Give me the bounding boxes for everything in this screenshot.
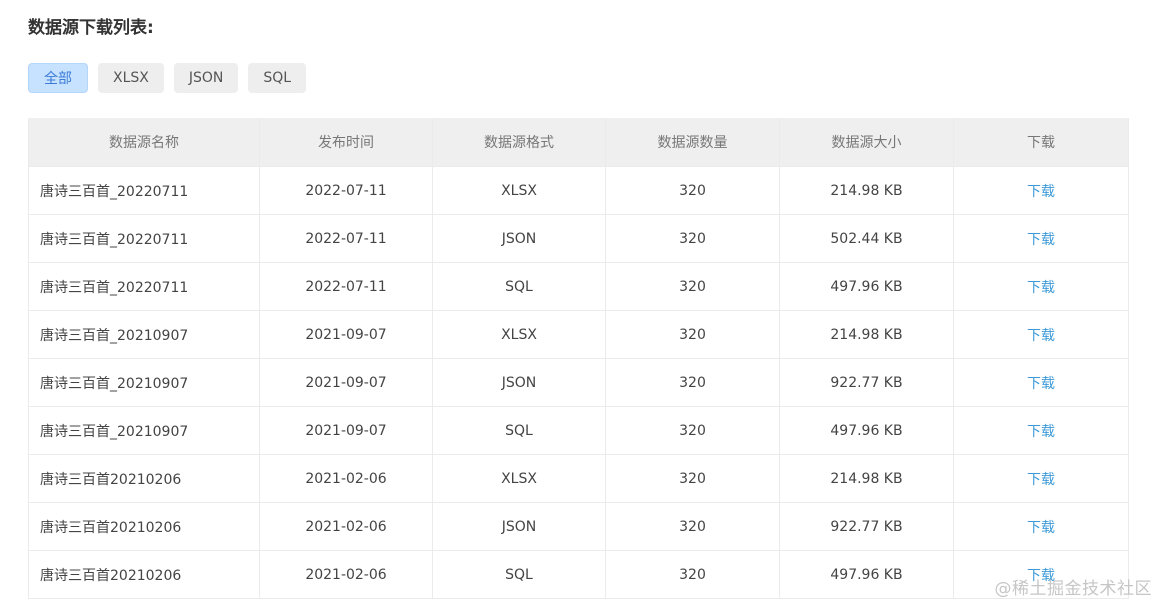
table-row: 唐诗三百首20210206 2021-02-06 XLSX 320 214.98…	[28, 454, 1129, 503]
download-link[interactable]: 下载	[1027, 232, 1055, 248]
page: 数据源下载列表: 全部 XLSX JSON SQL 数据源名称 发布时间 数据源…	[0, 0, 1158, 605]
cell-count: 320	[605, 406, 780, 455]
header-count: 数据源数量	[605, 118, 780, 167]
cell-date: 2022-07-11	[259, 214, 433, 263]
cell-format: SQL	[432, 550, 606, 599]
cell-date: 2021-09-07	[259, 358, 433, 407]
cell-format: XLSX	[432, 454, 606, 503]
cell-date: 2021-09-07	[259, 310, 433, 359]
table-row: 唐诗三百首_20210907 2021-09-07 XLSX 320 214.9…	[28, 310, 1129, 359]
cell-count: 320	[605, 214, 780, 263]
cell-date: 2022-07-11	[259, 166, 433, 215]
cell-count: 320	[605, 454, 780, 503]
table-row: 唐诗三百首_20220711 2022-07-11 JSON 320 502.4…	[28, 214, 1129, 263]
cell-size: 214.98 KB	[779, 454, 954, 503]
cell-size: 497.96 KB	[779, 406, 954, 455]
cell-download: 下载	[953, 454, 1129, 503]
cell-format: XLSX	[432, 310, 606, 359]
cell-name: 唐诗三百首_20220711	[28, 166, 260, 215]
download-link[interactable]: 下载	[1027, 376, 1055, 392]
download-link[interactable]: 下载	[1027, 520, 1055, 536]
cell-download: 下载	[953, 406, 1129, 455]
cell-format: JSON	[432, 502, 606, 551]
cell-size: 497.96 KB	[779, 550, 954, 599]
header-date: 发布时间	[259, 118, 433, 167]
table-header-row: 数据源名称 发布时间 数据源格式 数据源数量 数据源大小 下载	[28, 118, 1129, 167]
filter-sql-button[interactable]: SQL	[248, 63, 307, 93]
download-link[interactable]: 下载	[1027, 280, 1055, 296]
cell-download: 下载	[953, 358, 1129, 407]
watermark-text: @稀土掘金技术社区	[994, 579, 1152, 599]
cell-size: 502.44 KB	[779, 214, 954, 263]
cell-size: 922.77 KB	[779, 358, 954, 407]
page-title: 数据源下载列表:	[28, 18, 154, 38]
header-download: 下载	[953, 118, 1129, 167]
cell-format: JSON	[432, 214, 606, 263]
cell-name: 唐诗三百首20210206	[28, 454, 260, 503]
table-row: 唐诗三百首_20220711 2022-07-11 XLSX 320 214.9…	[28, 166, 1129, 215]
cell-name: 唐诗三百首_20220711	[28, 262, 260, 311]
cell-size: 214.98 KB	[779, 166, 954, 215]
cell-name: 唐诗三百首_20210907	[28, 358, 260, 407]
download-link[interactable]: 下载	[1027, 424, 1055, 440]
cell-name: 唐诗三百首_20210907	[28, 406, 260, 455]
cell-download: 下载	[953, 502, 1129, 551]
cell-download: 下载	[953, 262, 1129, 311]
cell-date: 2022-07-11	[259, 262, 433, 311]
cell-count: 320	[605, 358, 780, 407]
filter-all-button[interactable]: 全部	[28, 63, 88, 93]
cell-date: 2021-02-06	[259, 550, 433, 599]
cell-count: 320	[605, 550, 780, 599]
cell-size: 922.77 KB	[779, 502, 954, 551]
cell-format: XLSX	[432, 166, 606, 215]
cell-name: 唐诗三百首_20220711	[28, 214, 260, 263]
cell-date: 2021-02-06	[259, 502, 433, 551]
cell-count: 320	[605, 310, 780, 359]
filter-xlsx-button[interactable]: XLSX	[98, 63, 164, 93]
filter-json-button[interactable]: JSON	[173, 63, 239, 93]
table-row: 唐诗三百首_20210907 2021-09-07 SQL 320 497.96…	[28, 406, 1129, 455]
cell-count: 320	[605, 502, 780, 551]
header-format: 数据源格式	[432, 118, 606, 167]
cell-name: 唐诗三百首_20210907	[28, 310, 260, 359]
cell-format: SQL	[432, 406, 606, 455]
download-link[interactable]: 下载	[1027, 472, 1055, 488]
cell-date: 2021-09-07	[259, 406, 433, 455]
cell-download: 下载	[953, 166, 1129, 215]
cell-count: 320	[605, 262, 780, 311]
cell-date: 2021-02-06	[259, 454, 433, 503]
cell-download: 下载	[953, 310, 1129, 359]
cell-format: JSON	[432, 358, 606, 407]
cell-name: 唐诗三百首20210206	[28, 550, 260, 599]
table-row: 唐诗三百首20210206 2021-02-06 SQL 320 497.96 …	[28, 550, 1129, 599]
table-row: 唐诗三百首_20220711 2022-07-11 SQL 320 497.96…	[28, 262, 1129, 311]
header-size: 数据源大小	[779, 118, 954, 167]
table-row: 唐诗三百首_20210907 2021-09-07 JSON 320 922.7…	[28, 358, 1129, 407]
cell-format: SQL	[432, 262, 606, 311]
cell-size: 214.98 KB	[779, 310, 954, 359]
format-filter-group: 全部 XLSX JSON SQL	[28, 63, 307, 93]
datasource-table: 数据源名称 发布时间 数据源格式 数据源数量 数据源大小 下载 唐诗三百首_20…	[28, 118, 1129, 599]
header-name: 数据源名称	[28, 118, 260, 167]
cell-name: 唐诗三百首20210206	[28, 502, 260, 551]
cell-count: 320	[605, 166, 780, 215]
download-link[interactable]: 下载	[1027, 328, 1055, 344]
cell-download: 下载	[953, 214, 1129, 263]
table-row: 唐诗三百首20210206 2021-02-06 JSON 320 922.77…	[28, 502, 1129, 551]
cell-size: 497.96 KB	[779, 262, 954, 311]
download-link[interactable]: 下载	[1027, 184, 1055, 200]
